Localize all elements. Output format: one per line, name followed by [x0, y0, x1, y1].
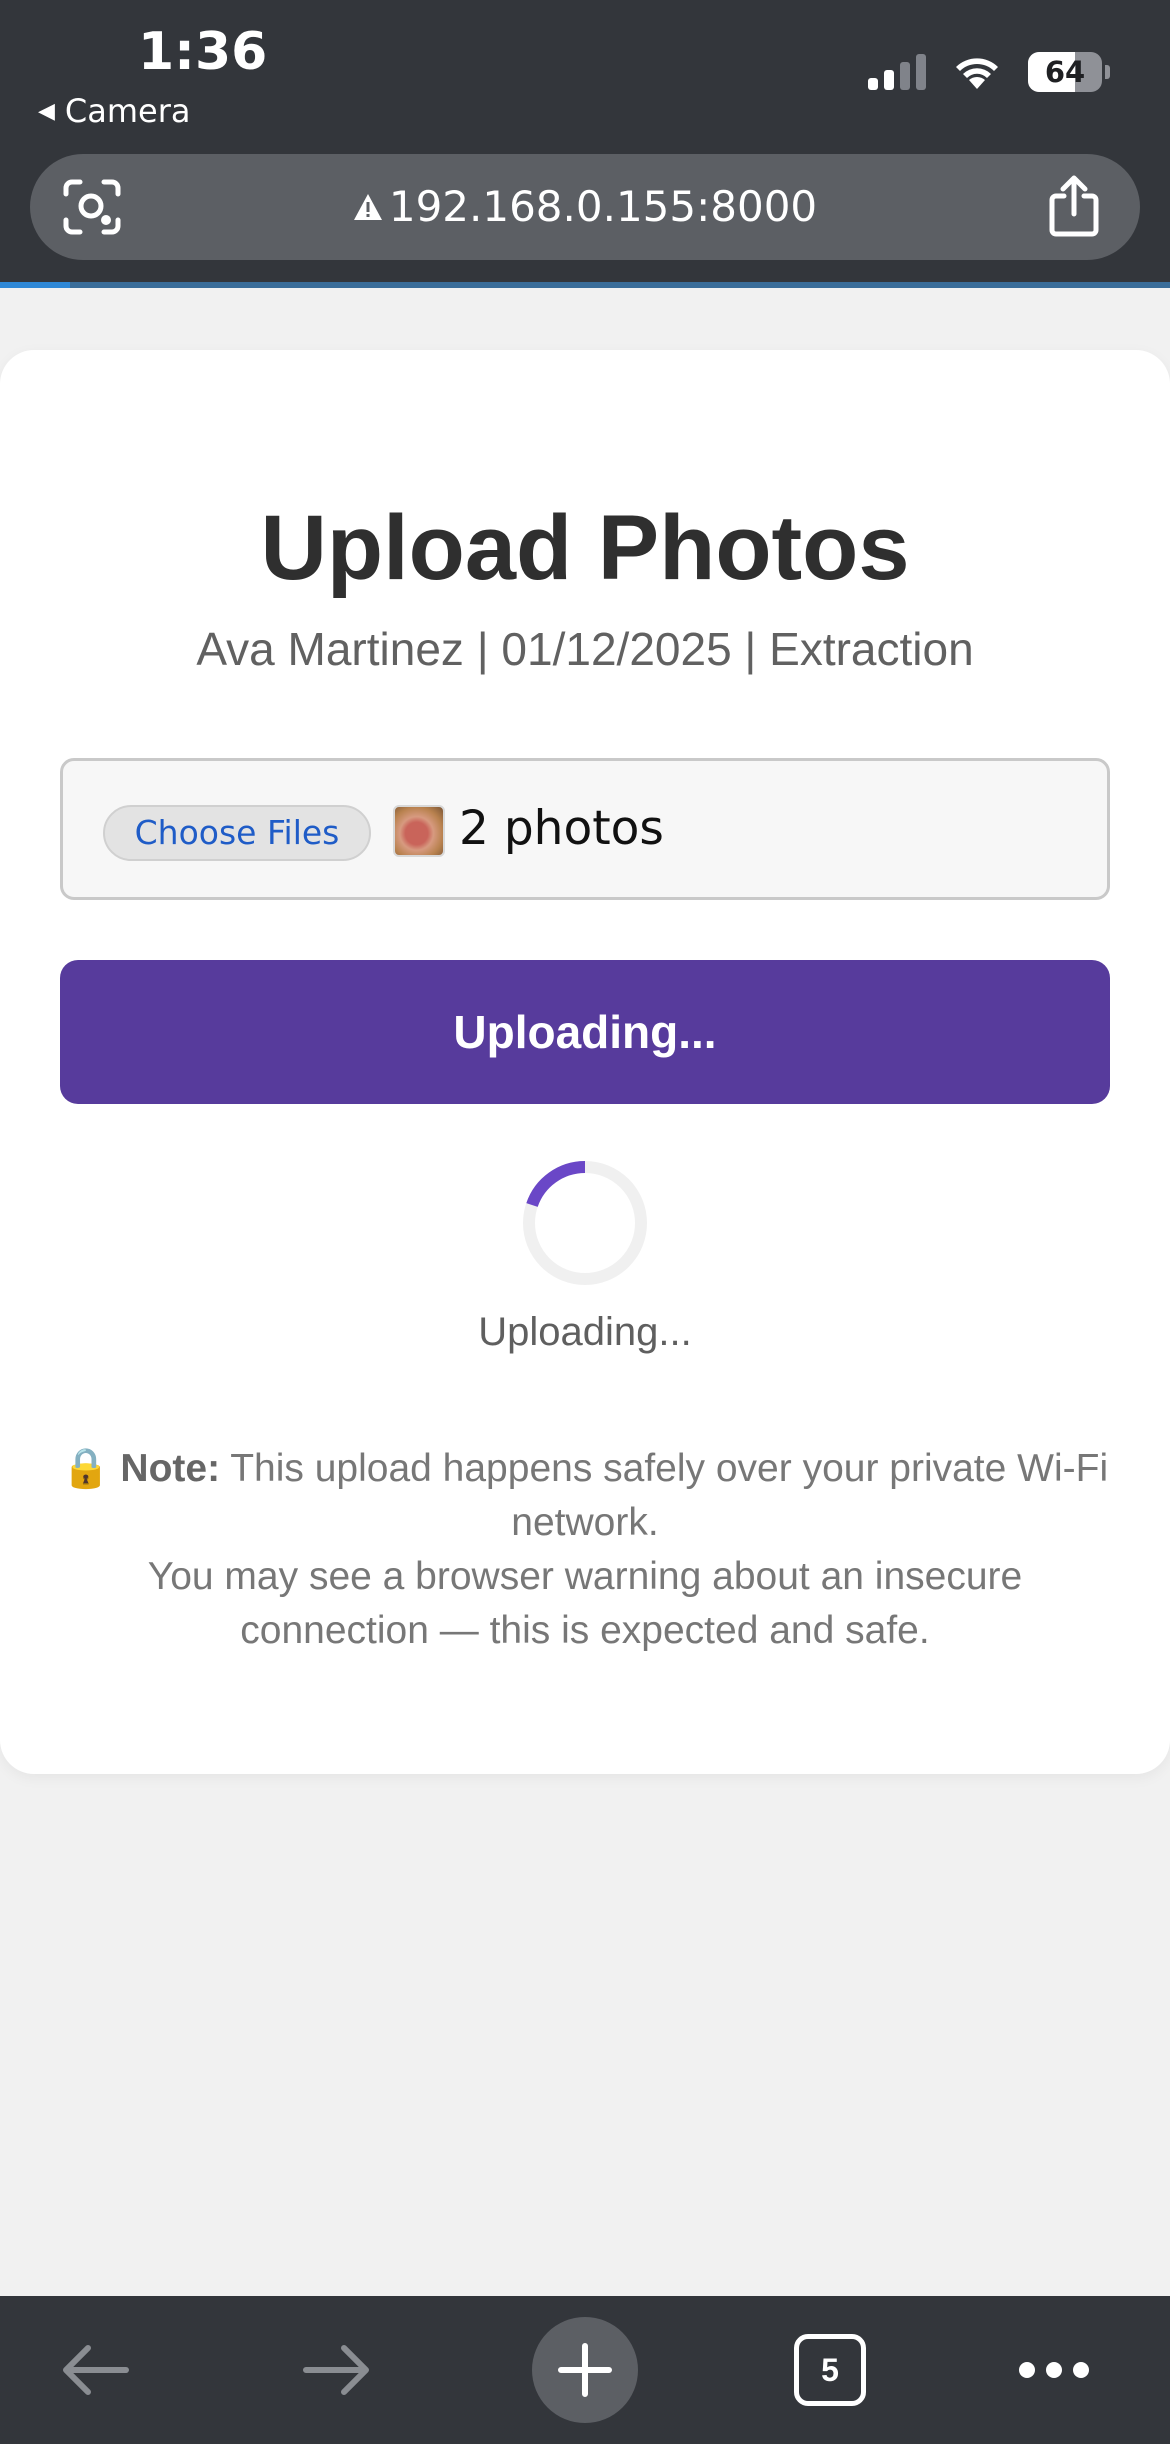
signal-bar [884, 70, 894, 90]
address-bar[interactable]: 192.168.0.155:8000 [30, 154, 1140, 260]
battery-icon: 64 [1028, 52, 1102, 92]
back-arrow-icon [63, 2345, 129, 2395]
note-line-1: This upload happens safely over your pri… [230, 1447, 1109, 1544]
note-line-2: You may see a browser warning about an i… [147, 1555, 1023, 1652]
url-display[interactable]: 192.168.0.155:8000 [30, 182, 1140, 231]
patient-info: Ava Martinez | 01/12/2025 | Extraction [196, 623, 974, 675]
forward-arrow-icon [303, 2345, 369, 2395]
plus-icon [558, 2343, 612, 2397]
signal-bar [868, 78, 878, 90]
back-triangle-icon: ◀ [38, 98, 55, 124]
status-indicators: 64 [868, 52, 1110, 92]
back-to-app-link[interactable]: ◀ Camera [38, 92, 191, 130]
battery-tip [1105, 65, 1110, 79]
battery-percent: 64 [1044, 55, 1086, 89]
page-load-progress-fill [0, 282, 71, 288]
warning-icon [353, 194, 382, 220]
selected-files-count: 2 photos [459, 801, 664, 856]
photo-thumbnail [393, 805, 445, 857]
lock-icon: 🔒 [61, 1447, 111, 1490]
security-note: 🔒 Note: This upload happens safely over y… [60, 1442, 1110, 1658]
cellular-signal-icon [868, 54, 926, 90]
loading-spinner [523, 1161, 647, 1285]
wifi-icon [956, 58, 998, 89]
page-load-progress [0, 282, 1170, 288]
upload-status-text: Uploading... [478, 1310, 692, 1354]
open-tabs-count: 5 [821, 2351, 839, 2388]
more-icon [1019, 2362, 1089, 2378]
choose-files-button[interactable]: Choose Files [103, 805, 371, 861]
url-text: 192.168.0.155:8000 [388, 182, 818, 231]
browser-toolbar: 5 [0, 2296, 1170, 2444]
tab-switcher-button[interactable]: 5 [792, 2296, 868, 2444]
signal-bar [916, 54, 926, 90]
new-tab-button[interactable] [532, 2317, 638, 2423]
tabs-icon: 5 [794, 2334, 866, 2406]
note-label: Note: [120, 1447, 221, 1490]
back-button[interactable] [50, 2296, 140, 2444]
page-title: Upload Photos [260, 497, 910, 599]
file-input[interactable]: Choose Files 2 photos [60, 758, 1110, 900]
upload-card: Upload Photos Ava Martinez | 01/12/2025 … [0, 350, 1170, 1774]
status-time: 1:36 [138, 22, 268, 82]
forward-button[interactable] [292, 2296, 382, 2444]
share-icon[interactable] [1046, 174, 1102, 238]
signal-bar [900, 62, 910, 90]
more-menu-button[interactable] [1010, 2296, 1098, 2444]
back-app-label: Camera [64, 92, 191, 130]
browser-chrome: 1:36 ◀ Camera 64 192.168.0.155:8000 [0, 0, 1170, 288]
upload-button[interactable]: Uploading... [60, 960, 1110, 1104]
